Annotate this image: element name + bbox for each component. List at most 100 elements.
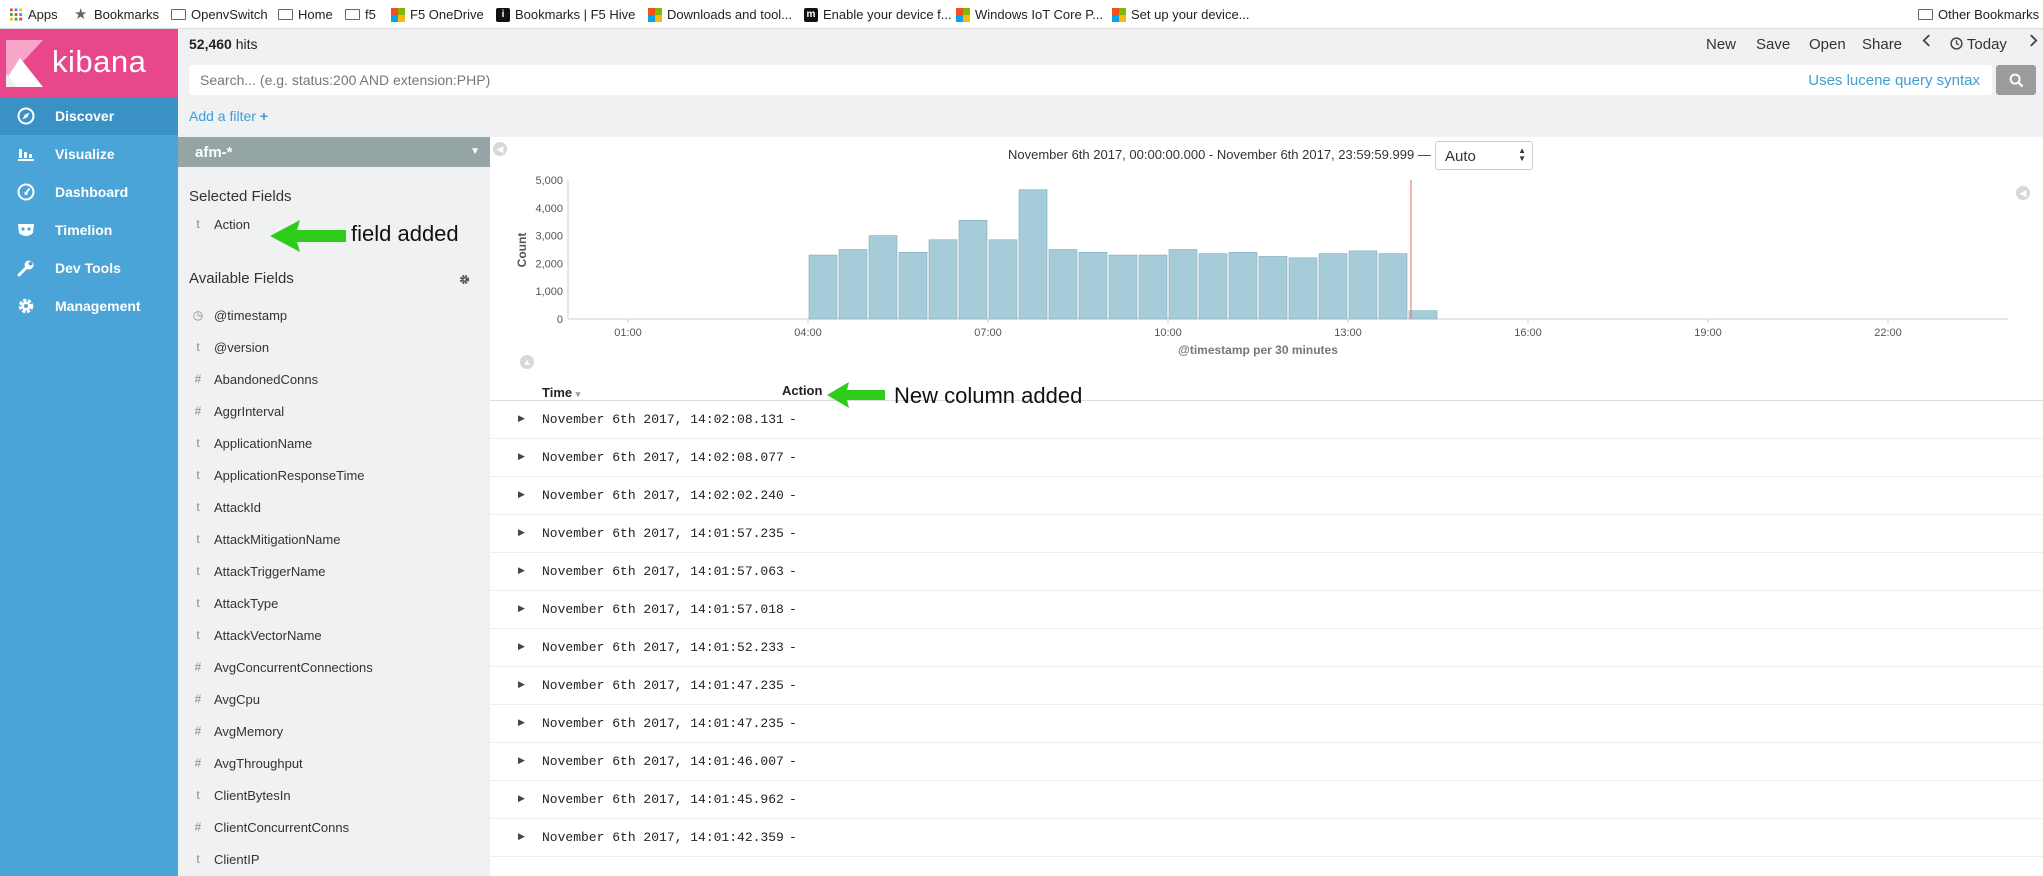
add-filter-link[interactable]: Add a filter + — [189, 108, 268, 124]
bookmark-setup-device[interactable]: Set up your device... — [1112, 6, 1250, 23]
field-item[interactable]: t @version — [178, 331, 490, 363]
histogram-bar — [1228, 251, 1258, 320]
bookmark-other[interactable]: Other Bookmarks — [1918, 6, 2039, 23]
search-input[interactable]: Search... (e.g. status:200 AND extension… — [189, 65, 1992, 95]
bookmark-f5[interactable]: f5 — [345, 6, 376, 23]
string-type-icon: t — [196, 564, 200, 578]
interval-select[interactable]: Auto ▲ ▼ — [1435, 141, 1533, 170]
bookmark-downloads[interactable]: Downloads and tool... — [648, 6, 792, 23]
field-item[interactable]: t ClientBytesIn — [178, 779, 490, 811]
nav-item-discover[interactable]: Discover — [0, 97, 178, 135]
table-row[interactable]: ▶ November 6th 2017, 14:01:42.359- — [490, 819, 2043, 857]
table-row[interactable]: ▶ November 6th 2017, 14:01:57.063- — [490, 553, 2043, 591]
microsoft-icon — [1112, 7, 1126, 22]
bookmark-f5-hive[interactable]: i Bookmarks | F5 Hive — [496, 6, 635, 23]
table-row[interactable]: ▶ November 6th 2017, 14:01:47.235- — [490, 667, 2043, 705]
expand-row-icon[interactable]: ▶ — [518, 565, 525, 576]
kibana-logo[interactable]: kibana — [0, 29, 178, 97]
table-row[interactable]: ▶ November 6th 2017, 14:01:52.233- — [490, 629, 2043, 667]
field-item[interactable]: t ClientIP — [178, 843, 490, 875]
table-row[interactable]: ▶ November 6th 2017, 14:01:47.235- — [490, 705, 2043, 743]
y-axis-title: Count — [515, 233, 529, 268]
apps-grid-icon — [10, 8, 23, 21]
expand-row-icon[interactable]: ▶ — [518, 641, 525, 652]
column-header-time[interactable]: Time ▾ — [542, 385, 580, 400]
histogram-bar — [838, 249, 868, 320]
field-item[interactable]: t ApplicationName — [178, 427, 490, 459]
number-type-icon: # — [194, 820, 202, 834]
expand-row-icon[interactable]: ▶ — [518, 831, 525, 842]
table-row[interactable]: ▶ November 6th 2017, 14:01:57.235- — [490, 515, 2043, 553]
sort-desc-icon[interactable]: ▾ — [576, 389, 581, 399]
search-button[interactable] — [1996, 65, 2036, 95]
field-item[interactable]: t ApplicationResponseTime — [178, 459, 490, 491]
open-button[interactable]: Open — [1809, 36, 1846, 53]
caret-down-icon: ▼ — [470, 146, 480, 157]
nav-label: Dev Tools — [55, 260, 121, 276]
nav-item-dev-tools[interactable]: Dev Tools — [0, 249, 178, 287]
bookmark-f5-onedrive[interactable]: F5 OneDrive — [391, 6, 484, 23]
nav-item-management[interactable]: Management — [0, 287, 178, 325]
new-button[interactable]: New — [1706, 36, 1736, 53]
time-picker-button[interactable]: Today — [1950, 36, 2007, 53]
table-row[interactable]: ▶ November 6th 2017, 14:02:08.077- — [490, 439, 2043, 477]
field-item[interactable]: t AttackVectorName — [178, 619, 490, 651]
field-item[interactable]: # AggrInterval — [178, 395, 490, 427]
field-name: AvgCpu — [214, 691, 261, 707]
gear-icon[interactable] — [459, 274, 470, 285]
prev-time-button[interactable] — [1922, 34, 1931, 51]
bookmark-bookmarks[interactable]: ★ Bookmarks — [74, 6, 159, 23]
expand-row-icon[interactable]: ▶ — [518, 603, 525, 614]
column-header-action[interactable]: Action — [782, 383, 822, 398]
nav-item-timelion[interactable]: Timelion — [0, 211, 178, 249]
expand-row-icon[interactable]: ▶ — [518, 717, 525, 728]
table-row[interactable]: ▶ November 6th 2017, 14:02:02.240- — [490, 477, 2043, 515]
row-action: - — [789, 792, 797, 807]
field-item[interactable]: t AttackId — [178, 491, 490, 523]
folder-icon — [1918, 9, 1933, 20]
bookmark-home[interactable]: Home — [278, 6, 333, 23]
field-item[interactable]: t AttackTriggerName — [178, 555, 490, 587]
table-row[interactable]: ▶ November 6th 2017, 14:01:57.018- — [490, 591, 2043, 629]
next-time-button[interactable] — [2029, 34, 2038, 51]
bookmark-apps[interactable]: Apps — [10, 6, 58, 23]
expand-row-icon[interactable]: ▶ — [518, 451, 525, 462]
bookmark-windows-iot[interactable]: Windows IoT Core P... — [956, 6, 1103, 23]
annotation-column-added: New column added — [894, 383, 1083, 408]
field-item[interactable]: # AbandonedConns — [178, 363, 490, 395]
expand-row-icon[interactable]: ▶ — [518, 755, 525, 766]
expand-row-icon[interactable]: ▶ — [518, 527, 525, 538]
time-picker-label: Today — [1966, 36, 2007, 53]
field-item[interactable]: t AttackType — [178, 587, 490, 619]
toggle-chart-icon[interactable]: ▲ — [520, 355, 534, 369]
expand-row-icon[interactable]: ▶ — [518, 679, 525, 690]
bookmark-enable-device[interactable]: m Enable your device f... — [804, 6, 952, 23]
field-item[interactable]: t AttackMitigationName — [178, 523, 490, 555]
table-row[interactable]: ▶ November 6th 2017, 14:01:46.007- — [490, 743, 2043, 781]
lucene-syntax-link[interactable]: Uses lucene query syntax — [1808, 72, 1980, 89]
save-button[interactable]: Save — [1756, 36, 1790, 53]
field-item[interactable]: # AvgConcurrentConnections — [178, 651, 490, 683]
table-row[interactable]: ▶ November 6th 2017, 14:01:45.962- — [490, 781, 2043, 819]
field-item[interactable]: # AvgCpu — [178, 683, 490, 715]
table-row[interactable]: ▶ November 6th 2017, 14:02:08.131- — [490, 401, 2043, 439]
index-pattern-selector[interactable]: afm-* ▼ — [178, 137, 490, 167]
field-item[interactable]: # AvgMemory — [178, 715, 490, 747]
row-time: November 6th 2017, 14:01:47.235 — [542, 716, 784, 731]
nav-item-visualize[interactable]: Visualize — [0, 135, 178, 173]
x-tick-label: 16:00 — [1514, 327, 1542, 339]
share-button[interactable]: Share — [1862, 36, 1902, 53]
expand-row-icon[interactable]: ▶ — [518, 413, 525, 424]
histogram-bar — [808, 254, 838, 320]
bookmark-openvswitch[interactable]: OpenvSwitch — [171, 6, 268, 23]
doc-table-header: Time ▾ Action — [490, 377, 2043, 401]
collapse-sidebar-icon[interactable]: ◀ — [493, 142, 507, 156]
expand-row-icon[interactable]: ▶ — [518, 793, 525, 804]
field-item[interactable]: # AvgThroughput — [178, 747, 490, 779]
field-item[interactable]: # ClientConcurrentConns — [178, 811, 490, 843]
microsoft-icon — [391, 7, 405, 22]
field-item[interactable]: ◷ @timestamp — [178, 299, 490, 331]
nav-item-dashboard[interactable]: Dashboard — [0, 173, 178, 211]
expand-row-icon[interactable]: ▶ — [518, 489, 525, 500]
annotation-arrow — [827, 382, 885, 408]
